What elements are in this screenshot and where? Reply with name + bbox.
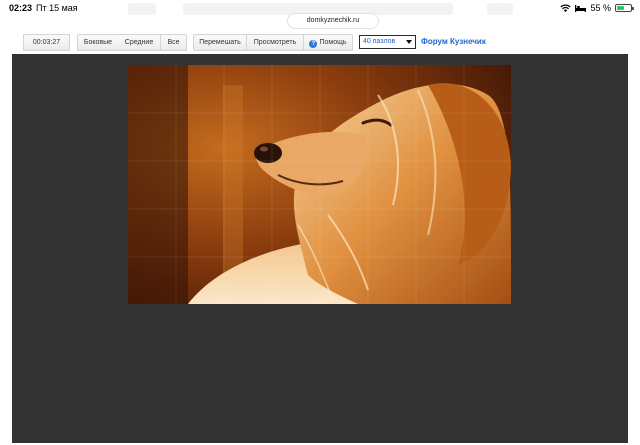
- pieces-count-select[interactable]: 40 пазлов: [359, 35, 416, 49]
- edges-filter-button[interactable]: Боковые: [77, 34, 119, 51]
- pieces-count-value: 40 пазлов: [363, 38, 396, 45]
- dog-photo-illustration: [128, 65, 511, 304]
- shuffle-button[interactable]: Перемешать: [193, 34, 247, 51]
- browser-tab-ghost: [487, 3, 513, 15]
- help-icon: ?: [309, 40, 318, 48]
- url-bar[interactable]: domkyznechik.ru: [288, 14, 378, 28]
- status-date: Пт 15 мая: [36, 3, 78, 13]
- status-time: 02:23: [9, 3, 33, 13]
- puzzle-toolbar: 00:03:27 Боковые Средние Все Перемешать …: [0, 30, 640, 52]
- sleep-mode-icon: [575, 4, 587, 12]
- puzzle-image[interactable]: [128, 65, 511, 304]
- wifi-icon: [560, 4, 572, 12]
- battery-icon: [615, 4, 634, 12]
- forum-link[interactable]: Форум Кузнечик: [421, 37, 486, 46]
- browser-tab-ghost: [128, 3, 156, 15]
- middle-filter-button[interactable]: Средние: [118, 34, 161, 51]
- status-indicators: 55 %: [560, 3, 634, 13]
- all-filter-button[interactable]: Все: [161, 34, 187, 51]
- help-label: Помощь: [319, 39, 347, 46]
- battery-percent: 55 %: [590, 3, 611, 13]
- chevron-down-icon: [406, 40, 412, 44]
- help-button[interactable]: ? Помощь: [304, 34, 353, 51]
- preview-button[interactable]: Просмотреть: [247, 34, 304, 51]
- timer-display: 00:03:27: [23, 34, 70, 51]
